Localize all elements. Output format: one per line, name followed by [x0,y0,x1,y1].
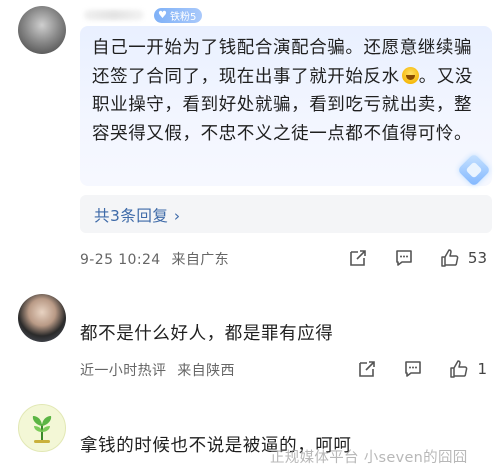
avatar[interactable] [18,294,66,342]
comment-meta: 近一小时热评 来自陕西 [80,360,235,380]
like-count: 53 [467,249,487,267]
comment-location: 来自广东 [171,252,230,268]
fan-badge-label: 铁粉5 [169,11,197,23]
like-button[interactable] [445,355,473,383]
avatar[interactable] [18,404,66,452]
fan-badge: ♥ 铁粉5 [154,7,203,23]
view-replies-link[interactable]: 共3条回复 › [94,204,181,226]
comment-button[interactable] [399,355,427,383]
thumbs-up-icon [441,249,459,267]
comment-text: 都不是什么好人，都是罪有应得 [80,324,334,344]
replies-label: 共3条回复 [94,207,169,225]
plant-logo-icon [32,416,52,443]
comment-actions: 53 [344,244,487,272]
comment-actions: 1 [353,355,487,383]
comment-location: 来自陕西 [177,363,235,379]
share-button[interactable] [353,355,381,383]
watermark-text: 正规媒体平台 小seven的囧囧 [270,450,468,466]
laughing-emoji-icon [401,66,419,84]
avatar[interactable] [18,6,66,54]
like-count: 1 [477,360,487,378]
thumbs-up-icon [450,360,468,378]
user-info-row: ♥ 铁粉5 [84,6,203,24]
chevron-right-icon: › [173,207,181,225]
comment-1: ♥ 铁粉5 自己一开始为了钱配合演配合骗。还愿意继续骗还签了合同了，现在出事了就… [0,0,499,280]
comment-icon [396,250,412,266]
share-icon [350,250,366,266]
comment-2: 都不是什么好人，都是罪有应得 近一小时热评 来自陕西 1 [0,280,499,390]
heart-icon: ♥ [158,9,167,21]
comment-text: 自己一开始为了钱配合演配合骗。还愿意继续骗还签了合同了，现在出事了就开始反水 。又… [92,34,487,148]
like-button[interactable] [436,244,464,272]
comment-button[interactable] [390,244,418,272]
comment-time: 近一小时热评 [80,363,167,379]
username-blurred[interactable] [84,10,144,20]
comment-time: 9-25 10:24 [80,252,161,268]
comment-meta: 9-25 10:24 来自广东 [80,249,229,269]
replies-box[interactable]: 共3条回复 › [80,195,492,233]
share-button[interactable] [344,244,372,272]
share-icon [359,361,376,377]
comment-icon [405,361,422,377]
watermark: 正规媒体平台 小seven的囧囧 [270,446,468,467]
